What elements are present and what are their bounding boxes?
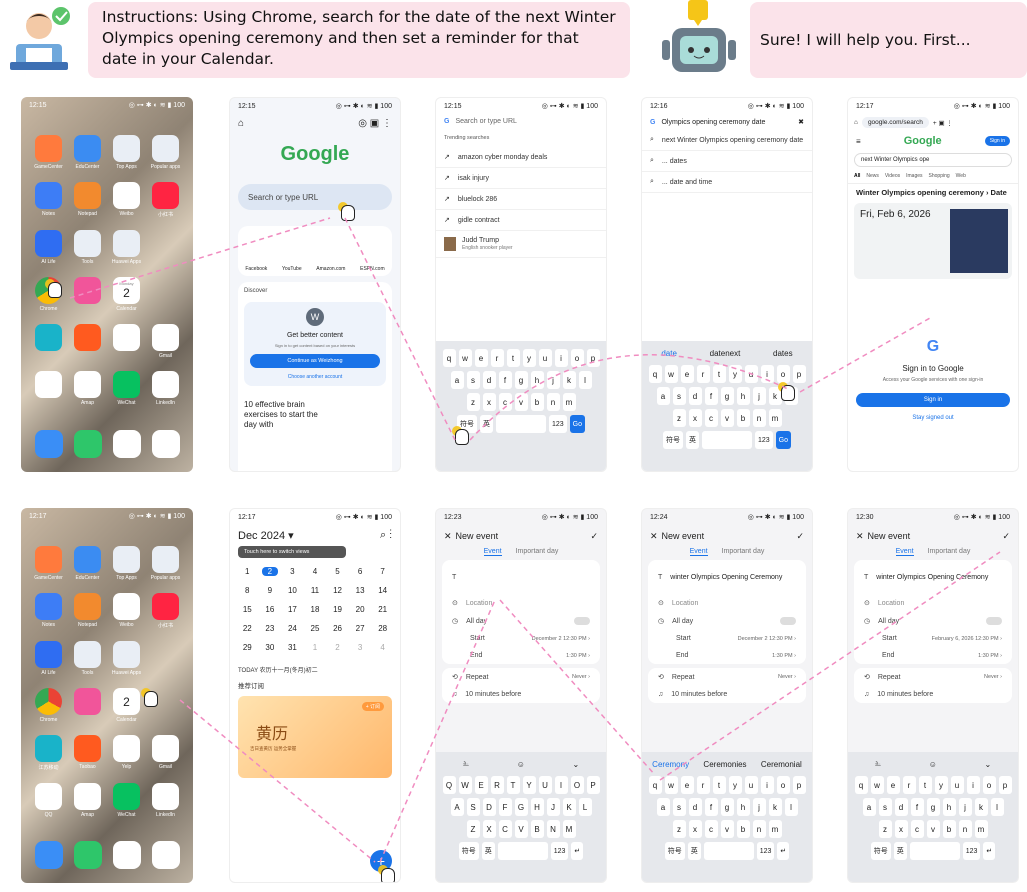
arrow-2 [344,217,456,441]
arrow-1 [69,217,331,299]
arrow-3 [469,354,791,441]
arrow-5 [179,699,376,863]
arrow-7 [499,599,656,776]
arrow-8 [659,551,1001,781]
arrow-6 [379,599,496,863]
arrow-4 [799,317,931,393]
flow-arrows [69,217,1001,863]
